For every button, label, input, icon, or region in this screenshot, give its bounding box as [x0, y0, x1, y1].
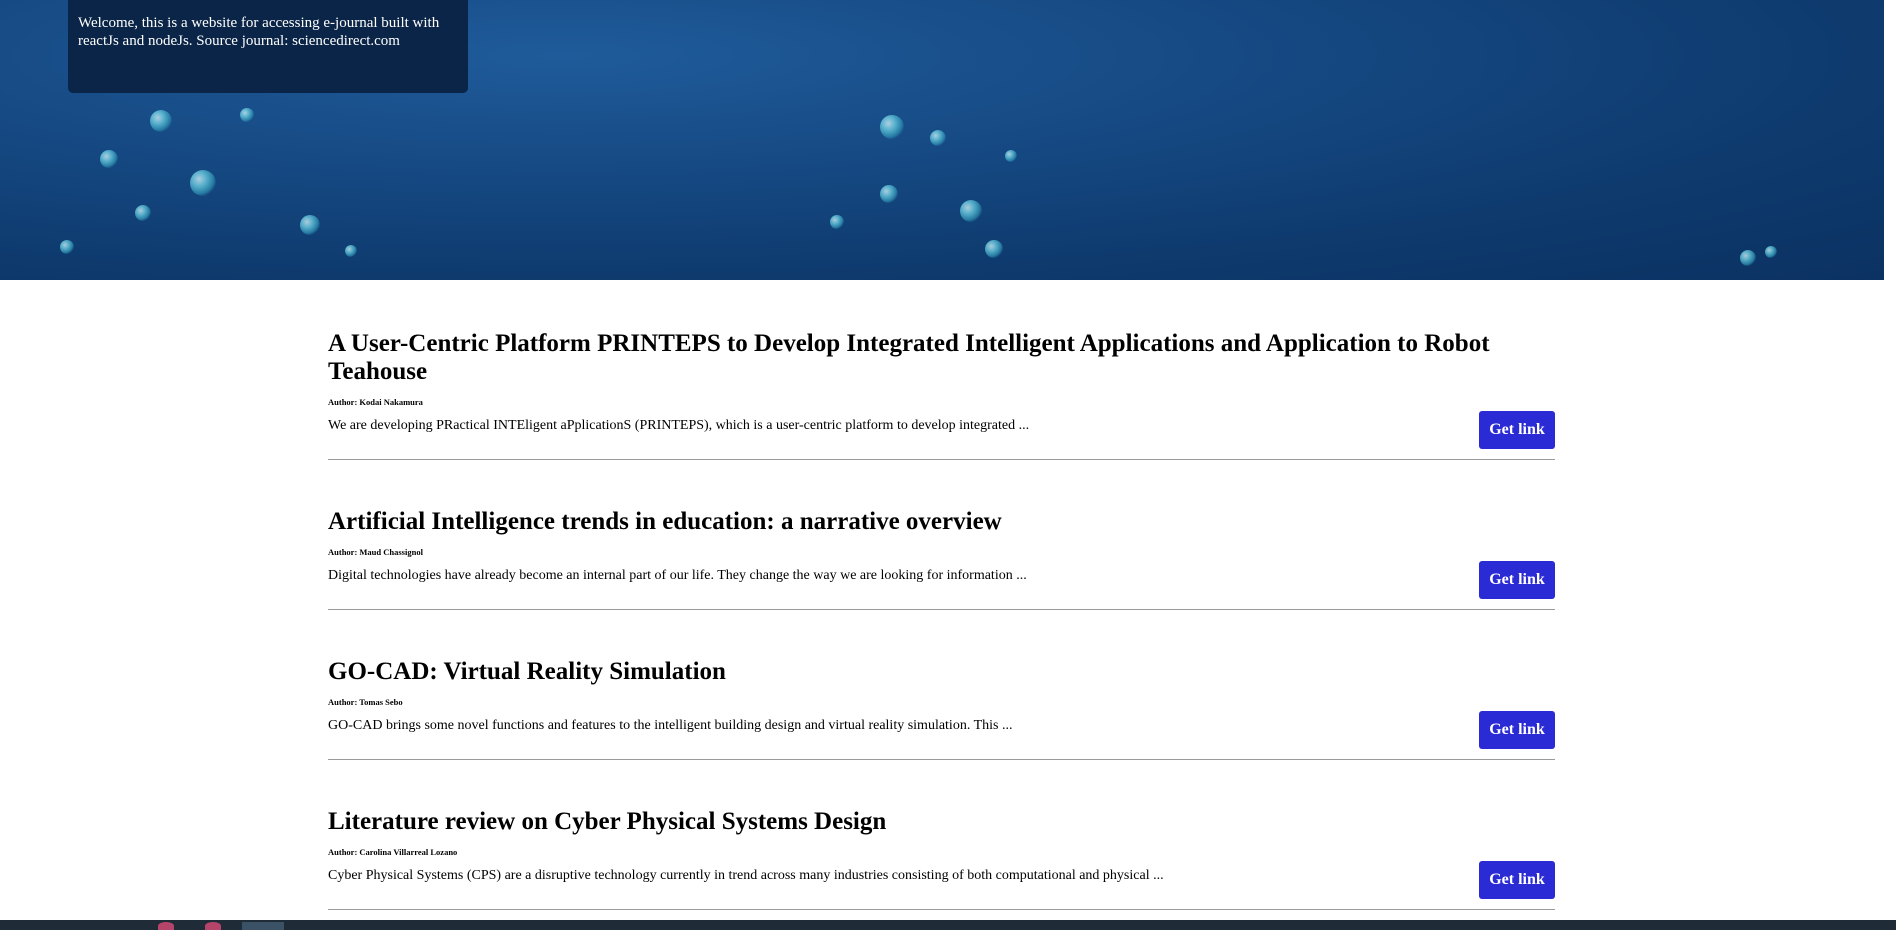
water-bubble-decoration	[830, 215, 844, 229]
water-bubble-decoration	[880, 115, 904, 139]
get-link-button[interactable]: Get link	[1479, 411, 1555, 449]
water-bubble-decoration	[1005, 150, 1017, 162]
article-abstract: GO-CAD brings some novel functions and f…	[328, 718, 1013, 733]
article-title: A User-Centric Platform PRINTEPS to Deve…	[328, 330, 1490, 385]
article-summary-row: We are developing PRactical INTEligent a…	[328, 407, 1555, 459]
water-bubble-decoration	[960, 200, 982, 222]
article-summary-row: Digital technologies have already become…	[328, 557, 1555, 609]
water-bubble-decoration	[300, 215, 320, 235]
article-card: A User-Centric Platform PRINTEPS to Deve…	[328, 330, 1555, 460]
water-bubble-decoration	[240, 108, 254, 122]
article-abstract: Cyber Physical Systems (CPS) are a disru…	[328, 868, 1164, 883]
article-title: Artificial Intelligence trends in educat…	[328, 508, 1002, 535]
article-card: GO-CAD: Virtual Reality Simulation Autho…	[328, 658, 1555, 760]
article-card: Literature review on Cyber Physical Syst…	[328, 808, 1555, 910]
article-card: Artificial Intelligence trends in educat…	[328, 508, 1555, 610]
welcome-message: Welcome, this is a website for accessing…	[68, 0, 468, 93]
article-author: Author: Carolina Villarreal Lozano	[328, 847, 458, 857]
water-bubble-decoration	[1740, 250, 1756, 266]
water-bubble-decoration	[150, 110, 172, 132]
page-scrollbar[interactable]	[1884, 0, 1896, 920]
article-title: GO-CAD: Virtual Reality Simulation	[328, 658, 726, 685]
get-link-button[interactable]: Get link	[1479, 711, 1555, 749]
article-summary-row: Cyber Physical Systems (CPS) are a disru…	[328, 857, 1555, 909]
taskbar-app-icon[interactable]	[242, 922, 284, 930]
water-bubble-decoration	[60, 240, 74, 254]
water-bubble-decoration	[930, 130, 946, 146]
water-bubble-decoration	[345, 245, 357, 257]
os-taskbar	[0, 920, 1896, 930]
water-bubble-decoration	[985, 240, 1003, 258]
water-bubble-decoration	[190, 170, 216, 196]
water-bubble-decoration	[100, 150, 118, 168]
get-link-button[interactable]: Get link	[1479, 861, 1555, 899]
get-link-button[interactable]: Get link	[1479, 561, 1555, 599]
water-bubble-decoration	[880, 185, 898, 203]
article-abstract: Digital technologies have already become…	[328, 568, 1027, 583]
taskbar-app-icon[interactable]	[205, 922, 221, 930]
article-author: Author: Tomas Sebo	[328, 697, 403, 707]
article-author: Author: Kodai Nakamura	[328, 397, 423, 407]
taskbar-app-icon[interactable]	[158, 922, 174, 930]
water-bubble-decoration	[135, 205, 151, 221]
article-summary-row: GO-CAD brings some novel functions and f…	[328, 707, 1555, 759]
article-author: Author: Maud Chassignol	[328, 547, 423, 557]
article-title: Literature review on Cyber Physical Syst…	[328, 808, 887, 835]
article-list: A User-Centric Platform PRINTEPS to Deve…	[328, 330, 1555, 910]
water-bubble-decoration	[1765, 246, 1777, 258]
article-abstract: We are developing PRactical INTEligent a…	[328, 418, 1030, 433]
